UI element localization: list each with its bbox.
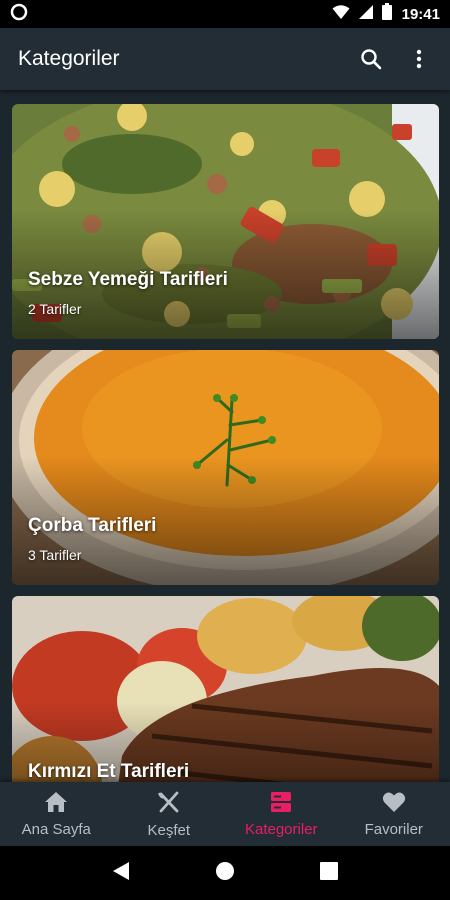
category-title: Kırmızı Et Tarifleri xyxy=(28,761,190,782)
status-time: 19:41 xyxy=(401,5,440,23)
home-circle-icon[interactable] xyxy=(215,861,235,886)
app-bar: Kategoriler xyxy=(0,28,450,90)
nav-favorites[interactable]: Favoriler xyxy=(338,782,450,846)
battery-icon xyxy=(381,3,392,25)
category-count: 2 Tarifler xyxy=(28,301,82,317)
nav-label: Ana Sayfa xyxy=(21,820,91,838)
more-vert-icon[interactable] xyxy=(406,46,432,72)
heart-icon xyxy=(382,791,406,818)
back-icon[interactable] xyxy=(112,861,130,886)
page-title: Kategoriler xyxy=(18,47,120,70)
system-navigation-bar xyxy=(0,846,450,900)
category-title: Sebze Yemeği Tarifleri xyxy=(28,269,228,290)
nav-categories[interactable]: Kategoriler xyxy=(225,782,338,846)
category-title: Çorba Tarifleri xyxy=(28,515,157,536)
category-card-red-meat[interactable]: Kırmızı Et Tarifleri xyxy=(12,596,439,782)
category-count: 3 Tarifler xyxy=(28,547,82,563)
search-icon[interactable] xyxy=(358,46,384,72)
nav-label: Favoriler xyxy=(364,820,423,838)
recents-icon[interactable] xyxy=(319,861,338,885)
nav-home[interactable]: Ana Sayfa xyxy=(0,782,113,846)
home-icon xyxy=(44,791,68,818)
signal-icon xyxy=(358,4,374,25)
categories-icon xyxy=(270,791,292,818)
nav-label: Keşfet xyxy=(147,821,191,839)
fork-knife-icon xyxy=(157,790,181,819)
nav-label: Kategoriler xyxy=(244,820,318,838)
status-bar: 19:41 xyxy=(0,0,450,28)
circle-icon xyxy=(10,3,28,26)
bottom-navigation: Ana Sayfa Keşfet Kategoriler Favoriler xyxy=(0,782,450,846)
nav-explore[interactable]: Keşfet xyxy=(113,782,226,846)
category-list[interactable]: Sebze Yemeği Tarifleri 2 Tarifler Çorba … xyxy=(0,90,450,782)
category-card-soup[interactable]: Çorba Tarifleri 3 Tarifler xyxy=(12,350,439,585)
wifi-icon xyxy=(332,4,350,25)
category-card-vegetable[interactable]: Sebze Yemeği Tarifleri 2 Tarifler xyxy=(12,104,439,339)
